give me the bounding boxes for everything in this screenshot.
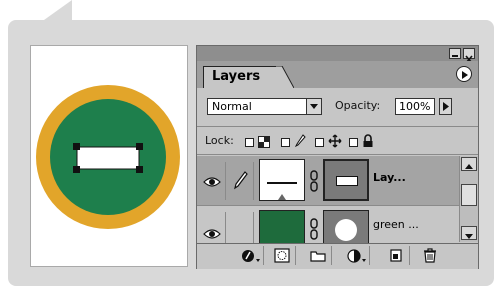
layers-scrollbar[interactable]	[459, 156, 478, 242]
visibility-toggle[interactable]	[201, 162, 226, 200]
divider	[197, 126, 478, 127]
lock-position-icon	[328, 134, 342, 148]
tab-edge	[276, 66, 294, 88]
tab-layers[interactable]: Layers	[203, 66, 277, 88]
blend-mode-select[interactable]: Normal	[207, 98, 322, 115]
opacity-label: Opacity:	[335, 99, 381, 112]
new-set-icon[interactable]	[305, 246, 332, 265]
layer-thumbnail[interactable]	[259, 210, 305, 246]
lock-label: Lock:	[205, 134, 234, 147]
transform-handle[interactable]	[136, 143, 143, 150]
scroll-down-icon[interactable]	[461, 226, 477, 240]
divider	[197, 154, 478, 155]
lock-image-checkbox[interactable]	[281, 138, 290, 147]
layer-mask-thumbnail[interactable]	[323, 210, 369, 246]
link-icon[interactable]	[309, 170, 319, 192]
scrollbar-thumb[interactable]	[461, 184, 477, 206]
lock-transparent-icon	[258, 136, 270, 148]
layer-thumbnail[interactable]	[259, 159, 305, 201]
screenshot-frame: Layers Normal Opacity: 100% Lock: Lay...…	[0, 0, 499, 291]
opacity-slider-button[interactable]	[439, 98, 452, 115]
eye-icon	[203, 229, 221, 239]
new-layer-icon[interactable]	[383, 246, 410, 265]
close-icon[interactable]	[463, 48, 475, 64]
tab-layers-label: Layers	[212, 69, 261, 84]
layers-toolbar	[197, 243, 478, 269]
layer-name: Lay...	[373, 171, 406, 184]
add-mask-icon[interactable]	[269, 246, 296, 265]
brush-icon	[234, 171, 248, 190]
panel-menu-icon[interactable]	[456, 66, 472, 82]
opacity-input[interactable]: 100%	[395, 98, 435, 115]
layers-list: Lay... green ...	[197, 156, 459, 246]
link-icon[interactable]	[309, 218, 319, 240]
lock-image-icon	[294, 134, 306, 148]
trash-icon[interactable]	[417, 246, 443, 265]
active-layer-indicator[interactable]	[229, 212, 254, 246]
scroll-up-icon[interactable]	[461, 157, 477, 171]
layer-row[interactable]: green ...	[197, 206, 459, 246]
transform-handle[interactable]	[73, 166, 80, 173]
callout-notch	[44, 0, 72, 20]
eye-icon	[203, 177, 221, 187]
layer-mask-thumbnail[interactable]	[323, 159, 369, 201]
opacity-value: 100%	[399, 100, 431, 113]
blend-mode-value: Normal	[212, 100, 252, 113]
lock-transparent-checkbox[interactable]	[245, 138, 254, 147]
adjustment-layer-icon[interactable]	[343, 246, 370, 265]
document-canvas[interactable]	[30, 45, 188, 267]
transform-handle[interactable]	[136, 166, 143, 173]
layers-panel: Layers Normal Opacity: 100% Lock: Lay...…	[196, 45, 479, 269]
layer-style-icon[interactable]	[237, 246, 264, 265]
visibility-toggle[interactable]	[201, 212, 226, 246]
layer-name: green ...	[373, 218, 419, 231]
lock-all-icon	[363, 134, 373, 147]
white-rectangle[interactable]	[76, 146, 140, 170]
chevron-down-icon[interactable]	[306, 99, 321, 114]
artwork	[36, 85, 180, 229]
transform-handle[interactable]	[73, 143, 80, 150]
lock-all-checkbox[interactable]	[349, 138, 358, 147]
minimize-icon[interactable]	[449, 48, 461, 59]
tab-row: Layers	[197, 61, 478, 88]
layer-row[interactable]: Lay...	[197, 156, 459, 206]
lock-position-checkbox[interactable]	[315, 138, 324, 147]
active-layer-indicator[interactable]	[229, 162, 254, 200]
panel-titlebar[interactable]	[197, 46, 478, 64]
